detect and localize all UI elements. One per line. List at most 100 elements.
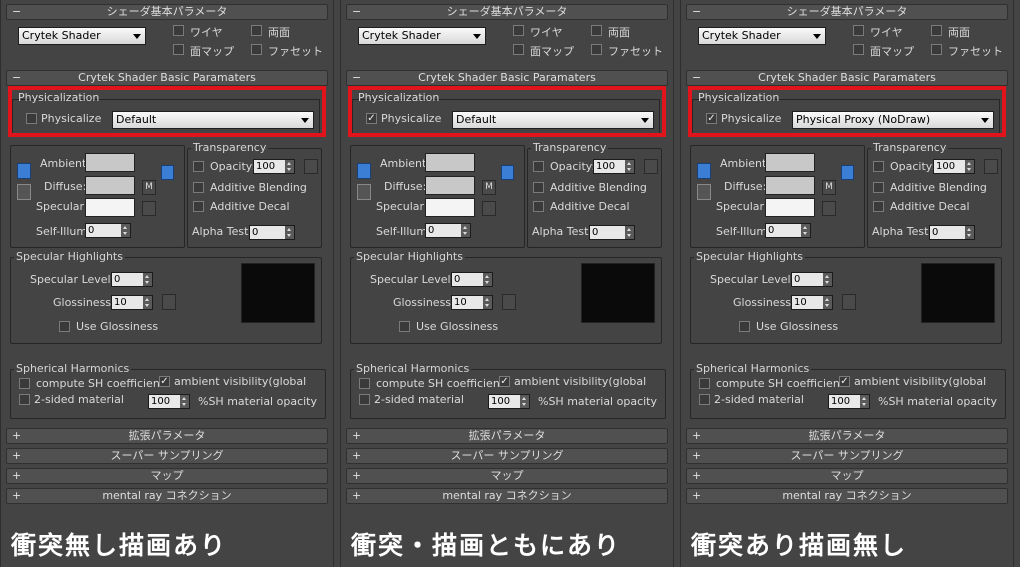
spinner-arrows-icon[interactable] xyxy=(285,160,294,173)
supersampling-rollout[interactable]: + スーパー サンプリング xyxy=(346,448,668,464)
spinner-arrows-icon[interactable] xyxy=(121,224,130,237)
specular-color-swatch[interactable] xyxy=(765,198,815,217)
diffuse-map-button[interactable]: M xyxy=(822,180,836,195)
spinner-arrows-icon[interactable] xyxy=(860,395,869,408)
two-sided-material-checkbox[interactable] xyxy=(359,394,370,405)
spinner-arrows-icon[interactable] xyxy=(625,160,634,173)
supersampling-rollout[interactable]: + スーパー サンプリング xyxy=(6,448,328,464)
two-sided-checkbox[interactable] xyxy=(931,25,942,36)
spinner-arrows-icon[interactable] xyxy=(520,395,529,408)
glossiness-map-button[interactable] xyxy=(842,294,856,310)
specular-map-button[interactable] xyxy=(822,201,836,216)
specular-level-spinner[interactable]: 0 xyxy=(791,272,833,287)
sh-opacity-spinner[interactable]: 100 xyxy=(488,394,530,409)
face-map-checkbox[interactable] xyxy=(853,44,864,55)
spinner-arrows-icon[interactable] xyxy=(143,273,152,286)
alpha-test-spinner[interactable]: 0 xyxy=(249,225,295,240)
self-illum-spinner[interactable]: 0 xyxy=(765,223,811,238)
glossiness-spinner[interactable]: 10 xyxy=(451,295,493,310)
spinner-arrows-icon[interactable] xyxy=(180,395,189,408)
additive-blending-checkbox[interactable] xyxy=(193,182,204,193)
opacity-spinner[interactable]: 100 xyxy=(593,159,635,174)
specular-level-spinner[interactable]: 0 xyxy=(451,272,493,287)
opacity-spinner[interactable]: 100 xyxy=(933,159,975,174)
opacity-checkbox[interactable] xyxy=(193,161,204,172)
link-icon[interactable] xyxy=(697,184,711,200)
extended-params-rollout[interactable]: + 拡張パラメータ xyxy=(346,428,668,444)
face-map-checkbox[interactable] xyxy=(173,44,184,55)
two-sided-material-checkbox[interactable] xyxy=(19,394,30,405)
link-icon[interactable] xyxy=(357,184,371,200)
specular-color-swatch[interactable] xyxy=(85,198,135,217)
shader-type-dropdown[interactable]: Crytek Shader xyxy=(358,27,486,45)
spinner-arrows-icon[interactable] xyxy=(823,273,832,286)
extended-params-rollout[interactable]: + 拡張パラメータ xyxy=(6,428,328,444)
two-sided-material-checkbox[interactable] xyxy=(699,394,710,405)
lock-ambient-diffuse-icon[interactable] xyxy=(697,163,711,179)
spinner-arrows-icon[interactable] xyxy=(483,296,492,309)
wire-checkbox[interactable] xyxy=(513,25,524,36)
ambient-visibility-checkbox[interactable]: ✓ xyxy=(499,376,510,387)
ambient-visibility-checkbox[interactable]: ✓ xyxy=(839,376,850,387)
lock-icon[interactable] xyxy=(501,165,514,180)
diffuse-color-swatch[interactable] xyxy=(85,176,135,195)
compute-sh-checkbox[interactable] xyxy=(699,378,710,389)
mental-ray-rollout[interactable]: + mental ray コネクション xyxy=(686,488,1008,504)
spinner-arrows-icon[interactable] xyxy=(461,224,470,237)
crytek-rollout-header[interactable]: − Crytek Shader Basic Paramaters xyxy=(346,70,668,86)
crytek-rollout-header[interactable]: − Crytek Shader Basic Paramaters xyxy=(686,70,1008,86)
use-glossiness-checkbox[interactable] xyxy=(739,321,750,332)
lock-icon[interactable] xyxy=(841,165,854,180)
spinner-arrows-icon[interactable] xyxy=(823,296,832,309)
sh-opacity-spinner[interactable]: 100 xyxy=(148,394,190,409)
compute-sh-checkbox[interactable] xyxy=(19,378,30,389)
crytek-rollout-header[interactable]: − Crytek Shader Basic Paramaters xyxy=(6,70,328,86)
sh-opacity-spinner[interactable]: 100 xyxy=(828,394,870,409)
specular-map-button[interactable] xyxy=(482,201,496,216)
alpha-test-spinner[interactable]: 0 xyxy=(929,225,975,240)
glossiness-spinner[interactable]: 10 xyxy=(791,295,833,310)
spinner-arrows-icon[interactable] xyxy=(965,160,974,173)
lock-ambient-diffuse-icon[interactable] xyxy=(357,163,371,179)
glossiness-map-button[interactable] xyxy=(502,294,516,310)
faceted-checkbox[interactable] xyxy=(931,44,942,55)
wire-checkbox[interactable] xyxy=(853,25,864,36)
specular-color-swatch[interactable] xyxy=(425,198,475,217)
two-sided-checkbox[interactable] xyxy=(251,25,262,36)
use-glossiness-checkbox[interactable] xyxy=(399,321,410,332)
shader-basic-rollout-header[interactable]: − シェーダ基本パラメータ xyxy=(346,4,668,20)
lock-ambient-diffuse-icon[interactable] xyxy=(17,163,31,179)
supersampling-rollout[interactable]: + スーパー サンプリング xyxy=(686,448,1008,464)
maps-rollout[interactable]: + マップ xyxy=(6,468,328,484)
shader-basic-rollout-header[interactable]: − シェーダ基本パラメータ xyxy=(6,4,328,20)
maps-rollout[interactable]: + マップ xyxy=(346,468,668,484)
face-map-checkbox[interactable] xyxy=(513,44,524,55)
diffuse-color-swatch[interactable] xyxy=(765,176,815,195)
spinner-arrows-icon[interactable] xyxy=(143,296,152,309)
link-icon[interactable] xyxy=(17,184,31,200)
mental-ray-rollout[interactable]: + mental ray コネクション xyxy=(6,488,328,504)
additive-blending-checkbox[interactable] xyxy=(873,182,884,193)
diffuse-color-swatch[interactable] xyxy=(425,176,475,195)
compute-sh-checkbox[interactable] xyxy=(359,378,370,389)
additive-blending-checkbox[interactable] xyxy=(533,182,544,193)
use-glossiness-checkbox[interactable] xyxy=(59,321,70,332)
shader-type-dropdown[interactable]: Crytek Shader xyxy=(698,27,826,45)
additive-decal-checkbox[interactable] xyxy=(533,201,544,212)
maps-rollout[interactable]: + マップ xyxy=(686,468,1008,484)
opacity-spinner[interactable]: 100 xyxy=(253,159,295,174)
ambient-color-swatch[interactable] xyxy=(85,153,135,172)
glossiness-spinner[interactable]: 10 xyxy=(111,295,153,310)
additive-decal-checkbox[interactable] xyxy=(873,201,884,212)
diffuse-map-button[interactable]: M xyxy=(142,180,156,195)
faceted-checkbox[interactable] xyxy=(251,44,262,55)
extended-params-rollout[interactable]: + 拡張パラメータ xyxy=(686,428,1008,444)
faceted-checkbox[interactable] xyxy=(591,44,602,55)
opacity-map-button[interactable] xyxy=(984,159,998,174)
opacity-checkbox[interactable] xyxy=(873,161,884,172)
opacity-map-button[interactable] xyxy=(304,159,318,174)
lock-icon[interactable] xyxy=(161,165,174,180)
spinner-arrows-icon[interactable] xyxy=(483,273,492,286)
alpha-test-spinner[interactable]: 0 xyxy=(589,225,635,240)
two-sided-checkbox[interactable] xyxy=(591,25,602,36)
